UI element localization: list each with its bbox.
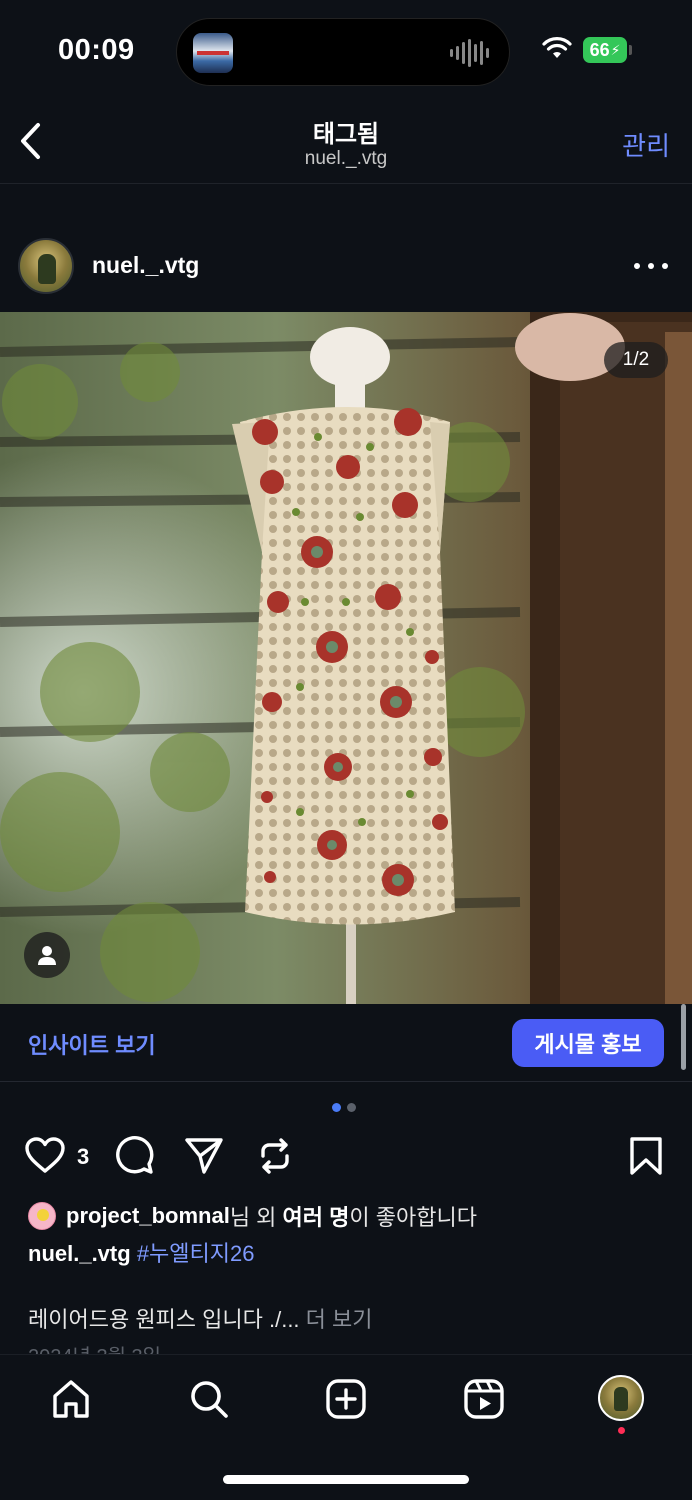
- promote-post-button[interactable]: 게시물 홍보: [512, 1019, 664, 1067]
- plus-square-icon: [326, 1379, 366, 1419]
- now-playing-thumbnail: [193, 33, 233, 73]
- wifi-icon: [542, 37, 572, 58]
- battery-level: 66: [589, 39, 610, 60]
- post-header: nuel._.vtg: [0, 234, 692, 300]
- manage-button[interactable]: 관리: [622, 126, 670, 163]
- liked-by-username[interactable]: project_bomnal: [66, 1203, 230, 1229]
- home-indicator[interactable]: [223, 1475, 469, 1484]
- share-button[interactable]: [184, 1136, 224, 1176]
- dress-photo-illustration: [0, 312, 692, 1004]
- like-count[interactable]: 3: [77, 1144, 89, 1170]
- status-time: 00:09: [58, 34, 135, 66]
- status-bar: 00:09 66 ⚡: [0, 0, 692, 104]
- tagged-people-button[interactable]: [24, 932, 70, 978]
- reels-icon: [464, 1379, 504, 1419]
- save-button[interactable]: [628, 1136, 664, 1176]
- nav-home-button[interactable]: [47, 1375, 95, 1423]
- more-options-button[interactable]: [634, 254, 668, 278]
- like-button[interactable]: [24, 1136, 66, 1174]
- liked-by-avatar: [28, 1202, 56, 1230]
- top-navigation-header: 태그됨 nuel._.vtg 관리: [0, 104, 692, 184]
- post-actions: 3: [0, 1132, 692, 1182]
- caption-row: nuel._.vtg #누엘티지26: [28, 1236, 668, 1268]
- dynamic-island[interactable]: [176, 18, 510, 86]
- charging-bolt-icon: ⚡: [610, 41, 621, 58]
- post-username[interactable]: nuel._.vtg: [92, 252, 199, 279]
- caption-description: 레이어드용 원피스 입니다 ./... 더 보기: [28, 1302, 668, 1334]
- repost-button[interactable]: [255, 1136, 295, 1176]
- view-insights-link[interactable]: 인사이트 보기: [28, 1028, 156, 1060]
- carousel-dot: [347, 1103, 356, 1112]
- home-icon: [53, 1380, 89, 1418]
- avatar[interactable]: [18, 238, 74, 294]
- nav-create-button[interactable]: [322, 1375, 370, 1423]
- caption-username[interactable]: nuel._.vtg: [28, 1241, 131, 1266]
- nav-reels-button[interactable]: [460, 1375, 508, 1423]
- insight-row: 인사이트 보기 게시물 홍보: [0, 1004, 692, 1082]
- liked-by-others[interactable]: 여러 명: [283, 1200, 350, 1232]
- carousel-dot-active: [332, 1103, 341, 1112]
- more-link[interactable]: 더 보기: [306, 1307, 373, 1332]
- liked-by-row[interactable]: project_bomnal 님 외 여러 명이 좋아합니다: [28, 1200, 668, 1232]
- page-subtitle: nuel._.vtg: [304, 148, 388, 169]
- nav-search-button[interactable]: [185, 1375, 233, 1423]
- battery-indicator: 66 ⚡: [583, 37, 627, 63]
- person-tag-icon: [38, 946, 56, 965]
- liked-by-end: 이 좋아합니다: [349, 1205, 477, 1230]
- post-photo[interactable]: 1/2: [0, 312, 692, 1004]
- battery-tip: [629, 45, 632, 55]
- bookmark-icon: [630, 1137, 662, 1175]
- comment-icon: [116, 1136, 154, 1174]
- caption-hashtag[interactable]: #누엘티지26: [137, 1241, 255, 1266]
- scrollbar[interactable]: [681, 1004, 686, 1070]
- carousel-dots: [332, 1103, 356, 1112]
- carousel-counter: 1/2: [604, 342, 668, 378]
- page-title: 태그됨: [312, 121, 380, 148]
- nav-profile-avatar[interactable]: [598, 1375, 644, 1421]
- post-date: 2024년 3월 3일: [28, 1340, 161, 1354]
- notification-dot: [618, 1427, 625, 1434]
- search-icon: [191, 1381, 228, 1418]
- send-icon: [185, 1138, 223, 1174]
- description-text: 레이어드용 원피스 입니다 ./...: [28, 1307, 306, 1332]
- audio-waveform-icon: [450, 39, 489, 67]
- repost-icon: [261, 1138, 289, 1174]
- comment-button[interactable]: [114, 1136, 154, 1176]
- liked-by-text: 님 외: [229, 1205, 283, 1230]
- more-horizontal-icon: [634, 263, 640, 269]
- heart-icon: [25, 1137, 65, 1173]
